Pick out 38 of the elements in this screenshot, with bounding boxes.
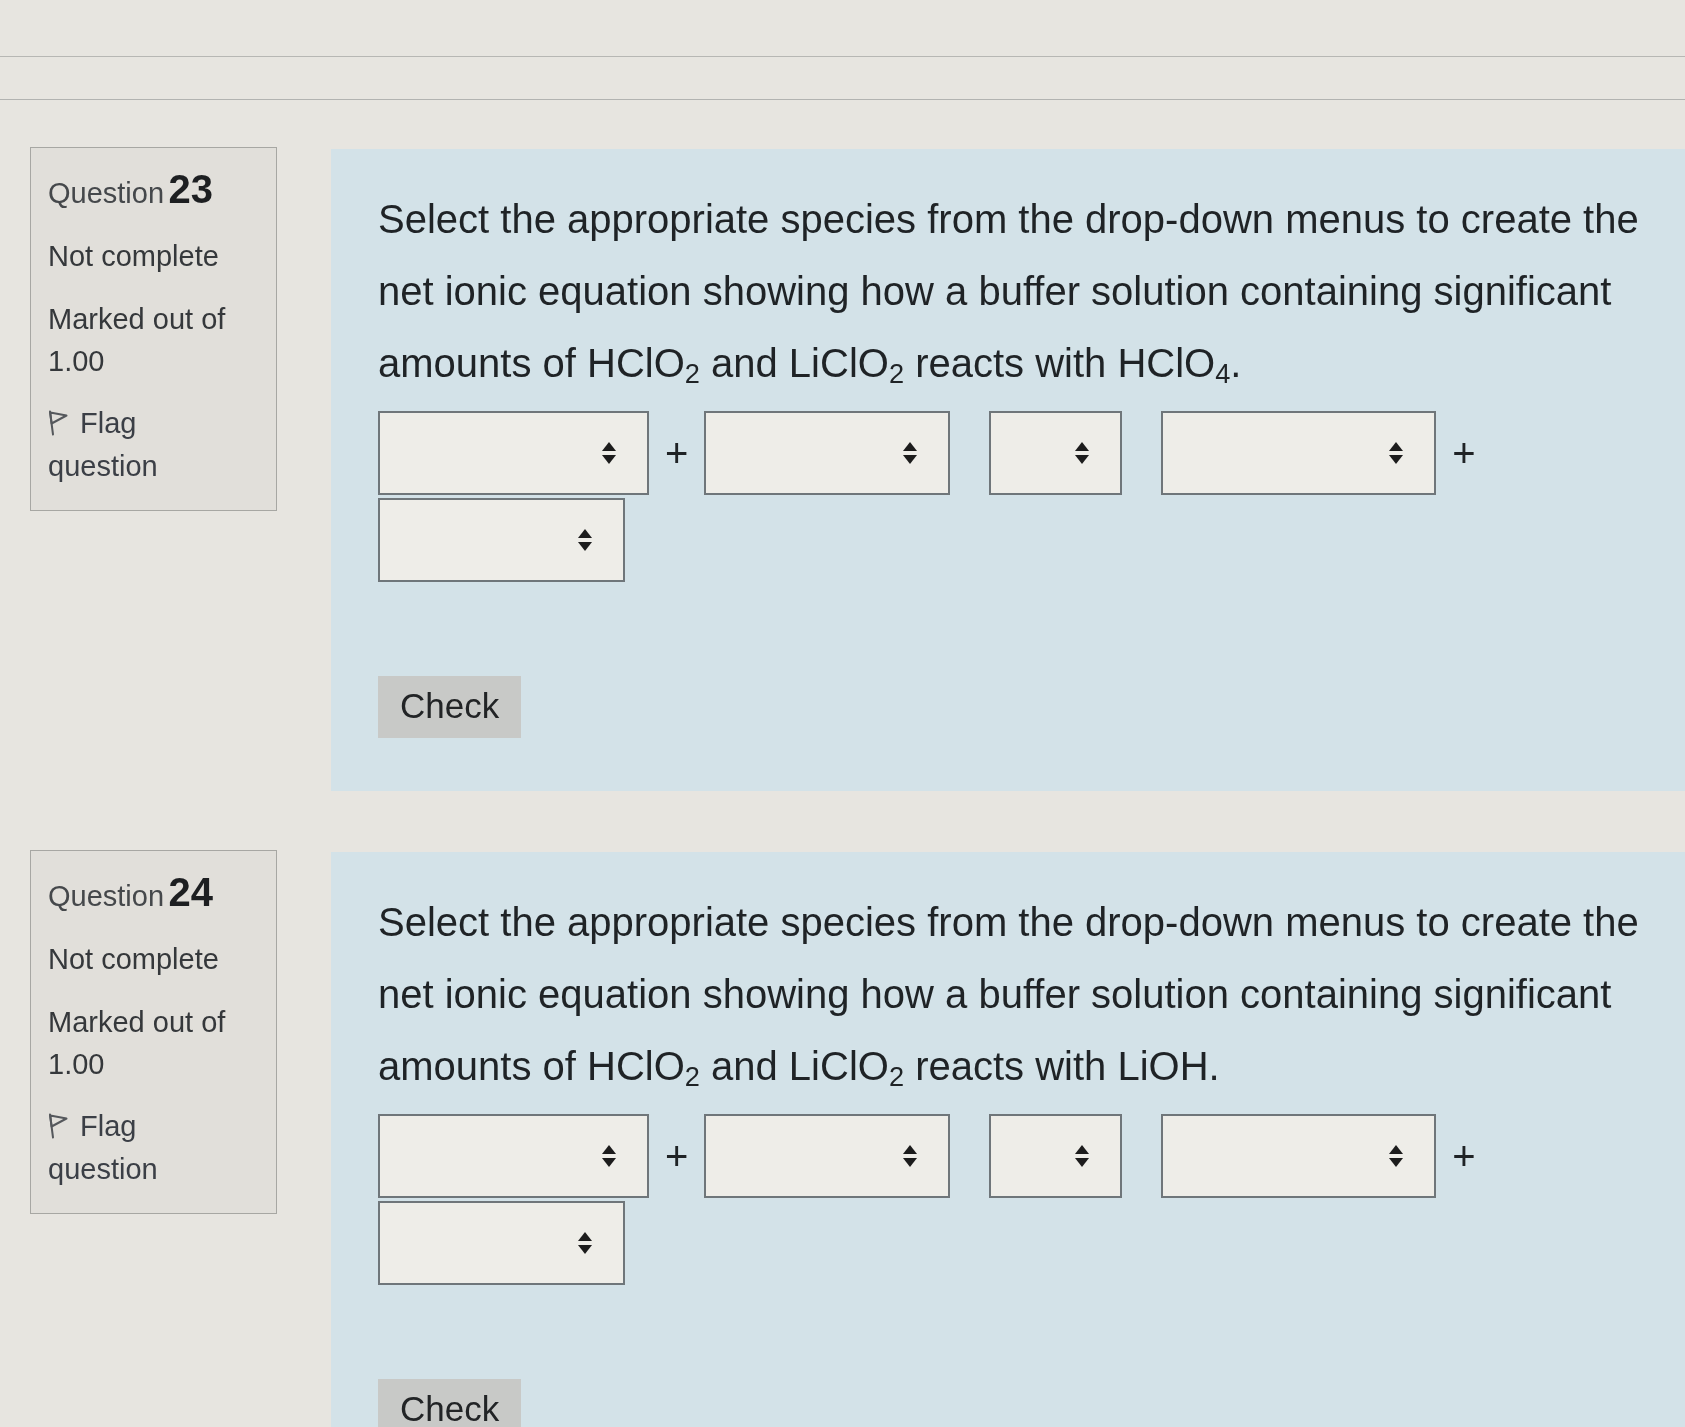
plus-sign: + xyxy=(1452,430,1476,477)
status-text: Not complete xyxy=(48,942,220,977)
dropdown[interactable] xyxy=(378,1201,625,1285)
dropdown[interactable] xyxy=(989,1114,1123,1198)
updown-caret-icon xyxy=(1075,1145,1090,1167)
question-text: Select the appropriate species from the drop-down menus to create the net ionic equation showing how a buffer solution containing significant amounts of HClO$_{2}$ and LiClO$_{2}$ reacts with HClO$_{4}$. xyxy=(378,196,1640,391)
updown-caret-icon xyxy=(578,1232,592,1254)
updown-caret-icon xyxy=(1075,442,1090,464)
dropdown[interactable] xyxy=(378,1114,649,1198)
dropdown[interactable] xyxy=(704,411,951,495)
question-number: 24 xyxy=(168,870,214,914)
updown-caret-icon xyxy=(578,529,592,551)
plus-sign: + xyxy=(665,1133,689,1180)
check-button[interactable]: Check xyxy=(378,1379,522,1427)
question-label: Question xyxy=(48,880,165,912)
updown-caret-icon xyxy=(1389,442,1404,464)
dropdown[interactable] xyxy=(1161,1114,1437,1198)
status-text: Not complete xyxy=(48,239,220,274)
updown-caret-icon xyxy=(903,1145,918,1167)
check-button[interactable]: Check xyxy=(378,676,522,738)
mark-text: Marked out of 1.00 xyxy=(48,302,227,379)
dropdown[interactable] xyxy=(989,411,1123,495)
flag-question-link[interactable]: Flag question xyxy=(48,402,208,488)
dropdown[interactable] xyxy=(378,411,649,495)
updown-caret-icon xyxy=(1389,1145,1404,1167)
question-text: Select the appropriate species from the drop-down menus to create the net ionic equation showing how a buffer solution containing significant amounts of HClO$_{2}$ and LiClO$_{2}$ reacts with LiOH. xyxy=(378,899,1640,1094)
plus-sign: + xyxy=(665,430,689,477)
updown-caret-icon xyxy=(602,1145,616,1167)
dropdown[interactable] xyxy=(378,498,625,582)
dropdown[interactable] xyxy=(704,1114,951,1198)
question-number: 23 xyxy=(168,167,214,211)
mark-text: Marked out of 1.00 xyxy=(48,1005,227,1082)
updown-caret-icon xyxy=(602,442,616,464)
dropdown[interactable] xyxy=(1161,411,1437,495)
plus-sign: + xyxy=(1452,1133,1476,1180)
flag-question-link[interactable]: Flag question xyxy=(48,1105,208,1191)
updown-caret-icon xyxy=(903,442,918,464)
question-label: Question xyxy=(48,177,165,209)
